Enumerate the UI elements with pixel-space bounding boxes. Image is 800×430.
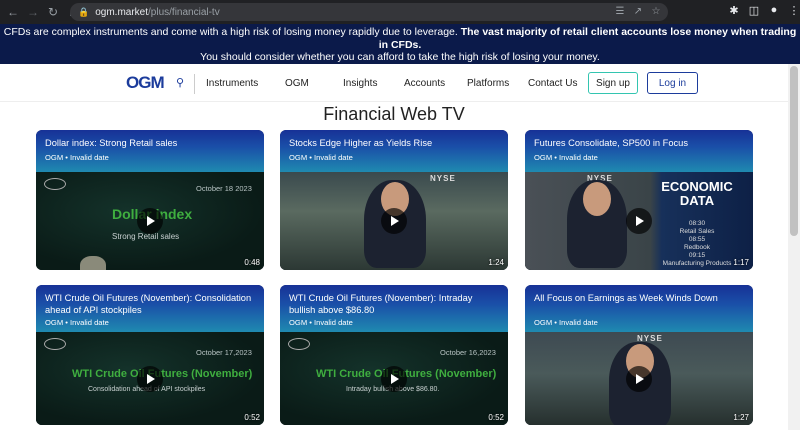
card-header: Futures Consolidate, SP500 in Focus OGM … — [525, 130, 753, 172]
card-header: WTI Crude Oil Futures (November): Consol… — [36, 285, 264, 332]
card-meta: OGM • Invalid date — [289, 153, 353, 162]
video-card[interactable]: WTI Crude Oil Futures (November): Consol… — [36, 285, 264, 425]
page-title: Financial Web TV — [323, 104, 465, 124]
card-header: Stocks Edge Higher as Yields Rise OGM • … — [280, 130, 508, 172]
video-player[interactable]: October 18 2023 Dollar index Strong Reta… — [36, 172, 264, 270]
share-icon[interactable]: ↗ — [632, 6, 644, 17]
video-date: October 16,2023 — [440, 348, 496, 357]
card-meta: OGM • Invalid date — [45, 153, 109, 162]
page-scrollbar[interactable] — [788, 64, 800, 430]
video-duration: 1:27 — [733, 413, 749, 422]
forward-icon[interactable]: → — [24, 3, 42, 21]
nav-platforms[interactable]: Platforms — [467, 78, 509, 89]
card-title[interactable]: Futures Consolidate, SP500 in Focus — [534, 138, 745, 150]
scrollbar-thumb[interactable] — [790, 66, 798, 236]
card-title[interactable]: All Focus on Earnings as Week Winds Down — [534, 293, 745, 305]
reload-icon[interactable]: ↻ — [44, 3, 62, 21]
profile-icon[interactable]: ● — [768, 4, 780, 17]
nav-ogm[interactable]: OGM — [285, 78, 309, 89]
econ-item: Manufacturing Products — [662, 260, 732, 267]
presenter — [567, 180, 627, 268]
card-title[interactable]: WTI Crude Oil Futures (November): Intrad… — [289, 293, 500, 316]
video-card[interactable]: All Focus on Earnings as Week Winds Down… — [525, 285, 753, 425]
video-duration: 1:17 — [733, 258, 749, 267]
video-duration: 1:24 — [488, 258, 504, 267]
card-meta: OGM • Invalid date — [289, 318, 353, 327]
video-card[interactable]: WTI Crude Oil Futures (November): Intrad… — [280, 285, 508, 425]
nav-accounts[interactable]: Accounts — [404, 78, 445, 89]
risk-warning-banner: CFDs are complex instruments and come wi… — [0, 24, 800, 64]
sign-up-button[interactable]: Sign up — [588, 72, 638, 94]
presenter — [80, 256, 106, 270]
sidebar-icon[interactable]: ◫ — [748, 4, 760, 17]
channel-logo — [44, 338, 66, 350]
star-icon[interactable]: ☆ — [650, 6, 662, 17]
economic-data-heading: ECONOMIC DATA — [661, 179, 733, 208]
play-icon[interactable] — [137, 208, 163, 234]
video-card[interactable]: Dollar index: Strong Retail sales OGM • … — [36, 130, 264, 270]
video-duration: 0:52 — [244, 413, 260, 422]
card-meta: OGM • Invalid date — [534, 153, 598, 162]
econ-item: Retail Sales — [679, 228, 715, 235]
card-title[interactable]: WTI Crude Oil Futures (November): Consol… — [45, 293, 256, 316]
nyse-sign: NYSE — [430, 174, 456, 183]
risk-text-3: You should consider whether you can affo… — [200, 51, 600, 63]
card-header: All Focus on Earnings as Week Winds Down… — [525, 285, 753, 332]
play-icon[interactable] — [381, 365, 407, 392]
nav-insights[interactable]: Insights — [343, 78, 377, 89]
extensions-icon[interactable]: ✱ — [728, 4, 740, 17]
risk-text-1: CFDs are complex instruments and come wi… — [3, 26, 458, 38]
url-path: /plus/financial-tv — [148, 6, 220, 18]
channel-logo — [44, 178, 66, 190]
video-player[interactable]: October 16,2023 WTI Crude Oil Futures (N… — [280, 332, 508, 425]
card-title[interactable]: Stocks Edge Higher as Yields Rise — [289, 138, 500, 150]
search-icon[interactable]: ⚲ — [176, 76, 184, 89]
channel-logo — [288, 338, 310, 350]
play-icon[interactable] — [381, 208, 407, 234]
video-date: October 18 2023 — [196, 184, 252, 193]
video-duration: 0:48 — [244, 258, 260, 267]
log-in-button[interactable]: Log in — [647, 72, 698, 94]
ogm-logo[interactable]: OGM — [126, 73, 165, 93]
nav-instruments[interactable]: Instruments — [206, 78, 258, 89]
lock-icon: 🔒 — [78, 6, 90, 17]
play-icon[interactable] — [626, 208, 652, 234]
card-meta: OGM • Invalid date — [45, 318, 109, 327]
back-icon[interactable]: ← — [4, 3, 22, 21]
browser-toolbar: ← → ↻ ⌂ 🔒 ogm.market /plus/financial-tv … — [0, 0, 800, 24]
nav-contact-us[interactable]: Contact Us — [528, 78, 577, 89]
menu-icon[interactable]: ⋮ — [788, 4, 800, 17]
video-date: October 17,2023 — [196, 348, 252, 357]
video-player[interactable]: October 17,2023 WTI Crude Oil Futures (N… — [36, 332, 264, 425]
econ-item: Redbook — [683, 244, 711, 251]
presenter-face — [583, 182, 611, 216]
card-header: Dollar index: Strong Retail sales OGM • … — [36, 130, 264, 172]
card-meta: OGM • Invalid date — [534, 318, 598, 327]
video-player[interactable]: NYSE 1:27 — [525, 332, 753, 425]
url-host: ogm.market — [95, 6, 149, 18]
econ-item: 08:55 — [688, 236, 706, 243]
video-duration: 0:52 — [488, 413, 504, 422]
play-icon[interactable] — [626, 365, 652, 392]
econ-item: 09:15 — [688, 252, 706, 259]
translate-icon[interactable]: ☰ — [614, 6, 626, 17]
card-title[interactable]: Dollar index: Strong Retail sales — [45, 138, 256, 150]
econ-item: 08:30 — [688, 220, 706, 227]
card-header: WTI Crude Oil Futures (November): Intrad… — [280, 285, 508, 332]
video-player[interactable]: NYSE 1:24 — [280, 172, 508, 270]
video-card[interactable]: Futures Consolidate, SP500 in Focus OGM … — [525, 130, 753, 270]
play-icon[interactable] — [137, 365, 163, 392]
economic-data-list: 08:30 Retail Sales 08:55 Redbook 09:15 M… — [655, 220, 739, 268]
site-header: OGM ⚲ Instruments OGM Insights Accounts … — [0, 64, 800, 102]
address-bar[interactable]: 🔒 ogm.market /plus/financial-tv ☰ ↗ ☆ — [70, 3, 668, 21]
header-divider — [194, 74, 195, 94]
video-player[interactable]: NYSE ECONOMIC DATA 08:30 Retail Sales 08… — [525, 172, 753, 270]
video-card[interactable]: Stocks Edge Higher as Yields Rise OGM • … — [280, 130, 508, 270]
